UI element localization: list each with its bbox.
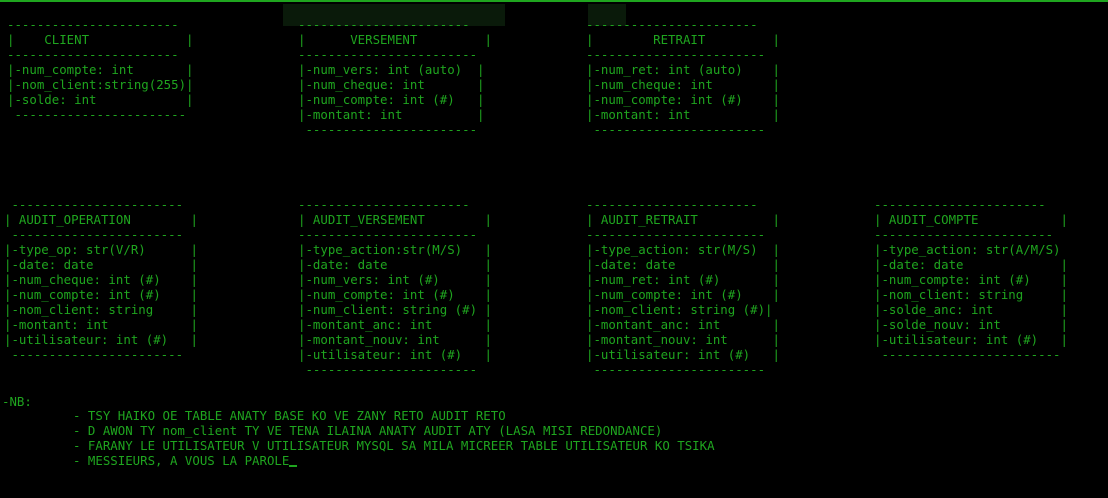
nb-item: - FARANY LE UTILISATEUR V UTILISATEUR MY… — [73, 438, 715, 453]
nb-item: - D AWON TY nom_client TY VE TENA ILAINA… — [73, 423, 663, 438]
versement-table-block: ----------------------- | VERSEMENT | --… — [298, 17, 492, 137]
audit-retrait-table-block: ----------------------- | AUDIT_RETRAIT … — [586, 197, 780, 377]
text-cursor — [289, 465, 298, 467]
retrait-table-block: ----------------------- | RETRAIT | ----… — [586, 17, 780, 137]
nb-item-last: - MESSIEURS, A VOUS LA PAROLE — [73, 453, 298, 468]
window-top-border — [0, 0, 1108, 2]
audit-operation-table-block: ----------------------- | AUDIT_OPERATIO… — [4, 197, 198, 362]
nb-item: - MESSIEURS, A VOUS LA PAROLE — [73, 453, 290, 468]
client-table-block: ----------------------- | CLIENT | -----… — [7, 17, 194, 122]
nb-item: - TSY HAIKO OE TABLE ANATY BASE KO VE ZA… — [73, 408, 506, 423]
nb-label: -NB: — [2, 394, 32, 409]
audit-versement-table-block: ----------------------- | AUDIT_VERSEMEN… — [298, 197, 492, 377]
audit-compte-table-block: ----------------------- | AUDIT_COMPTE |… — [874, 197, 1068, 362]
